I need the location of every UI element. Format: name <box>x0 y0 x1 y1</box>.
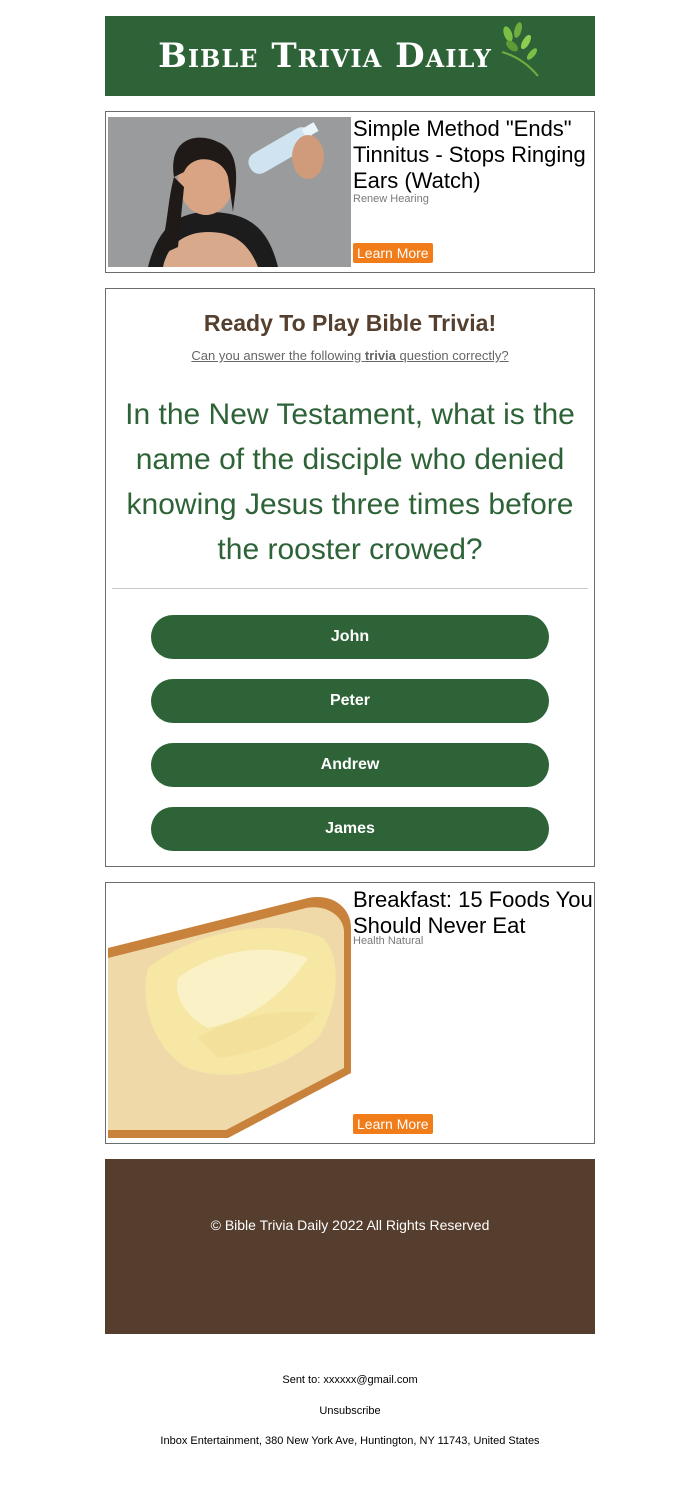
learn-more-button[interactable]: Learn More <box>353 1114 433 1134</box>
learn-more-button[interactable]: Learn More <box>353 243 433 263</box>
ad-image[interactable] <box>108 888 351 1138</box>
header-banner[interactable]: Bible Trivia Daily <box>105 16 595 96</box>
answer-button-andrew[interactable]: Andrew <box>151 743 549 787</box>
answer-button-john[interactable]: John <box>151 615 549 659</box>
copyright-text: © Bible Trivia Daily 2022 All Rights Res… <box>210 1217 490 1233</box>
divider <box>112 588 588 589</box>
logo-text: Bible Trivia Daily <box>158 36 492 76</box>
ad-headline[interactable]: Simple Method "Ends" Tinnitus - Stops Ri… <box>353 116 593 194</box>
footer: © Bible Trivia Daily 2022 All Rights Res… <box>105 1159 595 1334</box>
sponsored-ad-top[interactable]: Simple Method "Ends" Tinnitus - Stops Ri… <box>105 111 595 273</box>
trivia-card: Ready To Play Bible Trivia! Can you answ… <box>105 288 595 867</box>
subtitle-post: question correctly? <box>395 348 509 363</box>
trivia-question: In the New Testament, what is the name o… <box>125 398 575 566</box>
ad-image[interactable] <box>108 117 351 267</box>
subtitle-bold: trivia <box>364 348 396 363</box>
mailing-address: Inbox Entertainment, 380 New York Ave, H… <box>160 1435 540 1447</box>
answer-button-james[interactable]: James <box>151 807 549 851</box>
ad-source: Health Natural <box>353 935 424 947</box>
answer-button-peter[interactable]: Peter <box>151 679 549 723</box>
trivia-subtitle: Can you answer the following trivia ques… <box>106 348 594 363</box>
sponsored-ad-bottom[interactable]: Breakfast: 15 Foods You Should Never Eat… <box>105 882 595 1144</box>
trivia-title: Ready To Play Bible Trivia! <box>203 310 497 336</box>
ad-source: Renew Hearing <box>353 193 429 205</box>
subtitle-pre: Can you answer the following <box>191 348 365 363</box>
ad-headline[interactable]: Breakfast: 15 Foods You Should Never Eat <box>353 887 593 939</box>
unsubscribe-link[interactable]: Unsubscribe <box>0 1405 700 1417</box>
sent-to-text: Sent to: xxxxxx@gmail.com <box>282 1374 418 1386</box>
olive-branch-icon <box>501 22 539 77</box>
